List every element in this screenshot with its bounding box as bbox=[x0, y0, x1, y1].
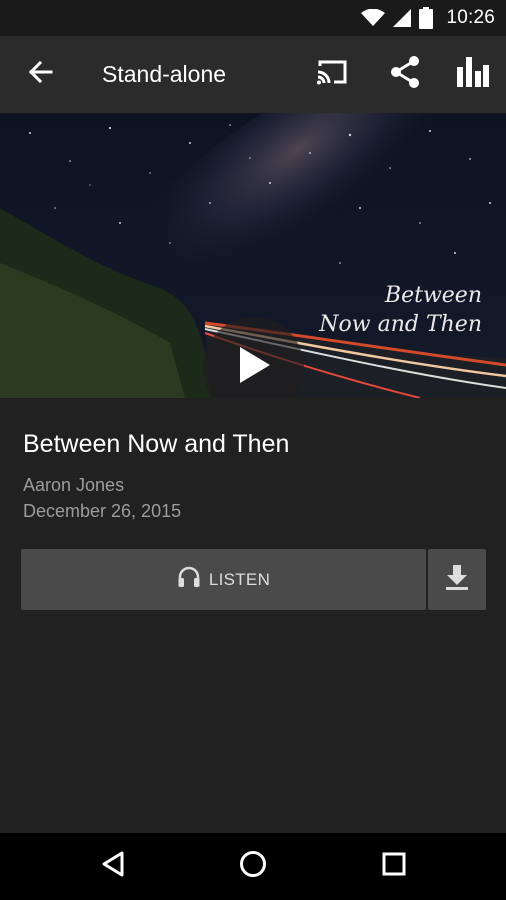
download-button[interactable] bbox=[428, 549, 486, 610]
episode-cover-image: Between Now and Then bbox=[0, 113, 506, 398]
back-button[interactable] bbox=[14, 36, 66, 113]
back-triangle-icon bbox=[101, 851, 125, 882]
share-button[interactable] bbox=[379, 36, 431, 113]
battery-icon bbox=[419, 7, 434, 29]
nav-home-button[interactable] bbox=[218, 833, 288, 900]
system-nav-bar bbox=[0, 833, 506, 900]
stats-button[interactable] bbox=[447, 36, 499, 113]
episode-date: December 26, 2015 bbox=[23, 501, 182, 521]
cast-button[interactable] bbox=[306, 36, 358, 113]
status-clock: 10:26 bbox=[446, 7, 495, 28]
cover-title-text: Between Now and Then bbox=[319, 281, 482, 339]
nav-back-button[interactable] bbox=[78, 833, 148, 900]
download-icon bbox=[443, 563, 471, 596]
signal-icon bbox=[393, 9, 412, 27]
listen-button[interactable]: LISTEN bbox=[21, 549, 426, 610]
status-bar: 10:26 bbox=[0, 0, 506, 36]
page-title: Stand-alone bbox=[102, 61, 227, 87]
headphones-icon bbox=[177, 566, 201, 593]
episode-title: Between Now and Then bbox=[23, 430, 290, 458]
nav-recents-button[interactable] bbox=[359, 833, 429, 900]
play-icon bbox=[236, 345, 272, 390]
recents-square-icon bbox=[382, 852, 406, 881]
share-icon bbox=[388, 55, 422, 94]
back-arrow-icon bbox=[27, 60, 53, 89]
cover-title-line1: Between bbox=[384, 283, 482, 308]
listen-label: LISTEN bbox=[208, 569, 271, 589]
wifi-icon bbox=[361, 9, 386, 27]
stats-icon bbox=[457, 57, 489, 92]
cast-icon bbox=[315, 58, 349, 91]
cover-title-line2: Now and Then bbox=[319, 312, 482, 337]
home-circle-icon bbox=[239, 850, 267, 883]
app-bar: Stand-alone bbox=[0, 36, 506, 113]
episode-author: Aaron Jones bbox=[23, 475, 125, 495]
